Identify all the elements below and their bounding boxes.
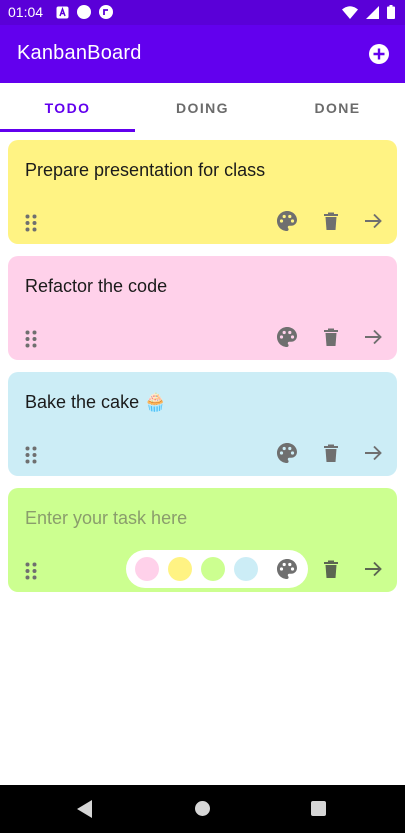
delete-button[interactable] — [320, 558, 342, 580]
dot-icon — [77, 5, 91, 24]
move-forward-button[interactable] — [362, 558, 384, 580]
back-icon[interactable] — [77, 800, 93, 823]
new-task-card[interactable]: Enter your task here — [8, 488, 397, 592]
sync-icon — [99, 5, 113, 24]
palette-button[interactable] — [276, 442, 298, 464]
home-icon[interactable] — [195, 801, 210, 816]
tab-doing[interactable]: DOING — [135, 83, 270, 132]
tab-bar: TODO DOING DONE — [0, 83, 405, 132]
delete-button[interactable] — [320, 326, 342, 348]
task-text[interactable]: Prepare presentation for class — [25, 160, 265, 181]
palette-icon — [277, 559, 297, 579]
battery-icon — [387, 5, 395, 24]
palette-button[interactable] — [276, 558, 298, 580]
arrow-right-icon — [365, 329, 382, 345]
palette-icon — [277, 211, 297, 231]
task-card[interactable]: Refactor the code — [8, 256, 397, 360]
wifi-icon — [342, 5, 358, 24]
drag-handle-icon[interactable] — [25, 214, 37, 232]
tab-indicator — [0, 129, 135, 132]
color-swatch-blue[interactable] — [234, 557, 258, 581]
move-forward-button[interactable] — [362, 326, 384, 348]
task-text[interactable]: Bake the cake 🧁 — [25, 392, 167, 413]
color-swatch-green[interactable] — [201, 557, 225, 581]
move-forward-button[interactable] — [362, 210, 384, 232]
drag-handle-icon[interactable] — [25, 330, 37, 348]
move-forward-button[interactable] — [362, 442, 384, 464]
trash-icon — [324, 212, 338, 230]
add-circle-icon — [369, 44, 389, 64]
app-bar: KanbanBoard — [0, 25, 405, 83]
trash-icon — [324, 328, 338, 346]
delete-button[interactable] — [320, 210, 342, 232]
drag-handle-icon[interactable] — [25, 562, 37, 580]
system-nav-bar — [0, 785, 405, 833]
add-task-button[interactable] — [367, 42, 391, 66]
drag-handle-icon[interactable] — [25, 446, 37, 464]
app-icon — [56, 6, 69, 24]
task-card[interactable]: Prepare presentation for class — [8, 140, 397, 244]
signal-icon — [366, 5, 379, 24]
task-text[interactable]: Refactor the code — [25, 276, 167, 297]
palette-icon — [277, 443, 297, 463]
arrow-right-icon — [365, 445, 382, 461]
tab-todo[interactable]: TODO — [0, 83, 135, 132]
palette-icon — [277, 327, 297, 347]
status-bar: 01:04 — [0, 0, 405, 25]
recents-icon[interactable] — [311, 801, 326, 816]
color-swatch-yellow[interactable] — [168, 557, 192, 581]
trash-icon — [324, 560, 338, 578]
task-card[interactable]: Bake the cake 🧁 — [8, 372, 397, 476]
status-time: 01:04 — [8, 4, 44, 20]
arrow-right-icon — [365, 561, 382, 577]
color-swatch-pink[interactable] — [135, 557, 159, 581]
app-title: KanbanBoard — [17, 42, 142, 64]
arrow-right-icon — [365, 213, 382, 229]
palette-button[interactable] — [276, 326, 298, 348]
delete-button[interactable] — [320, 442, 342, 464]
task-input[interactable]: Enter your task here — [25, 508, 187, 529]
palette-button[interactable] — [276, 210, 298, 232]
trash-icon — [324, 444, 338, 462]
tab-done[interactable]: DONE — [270, 83, 405, 132]
